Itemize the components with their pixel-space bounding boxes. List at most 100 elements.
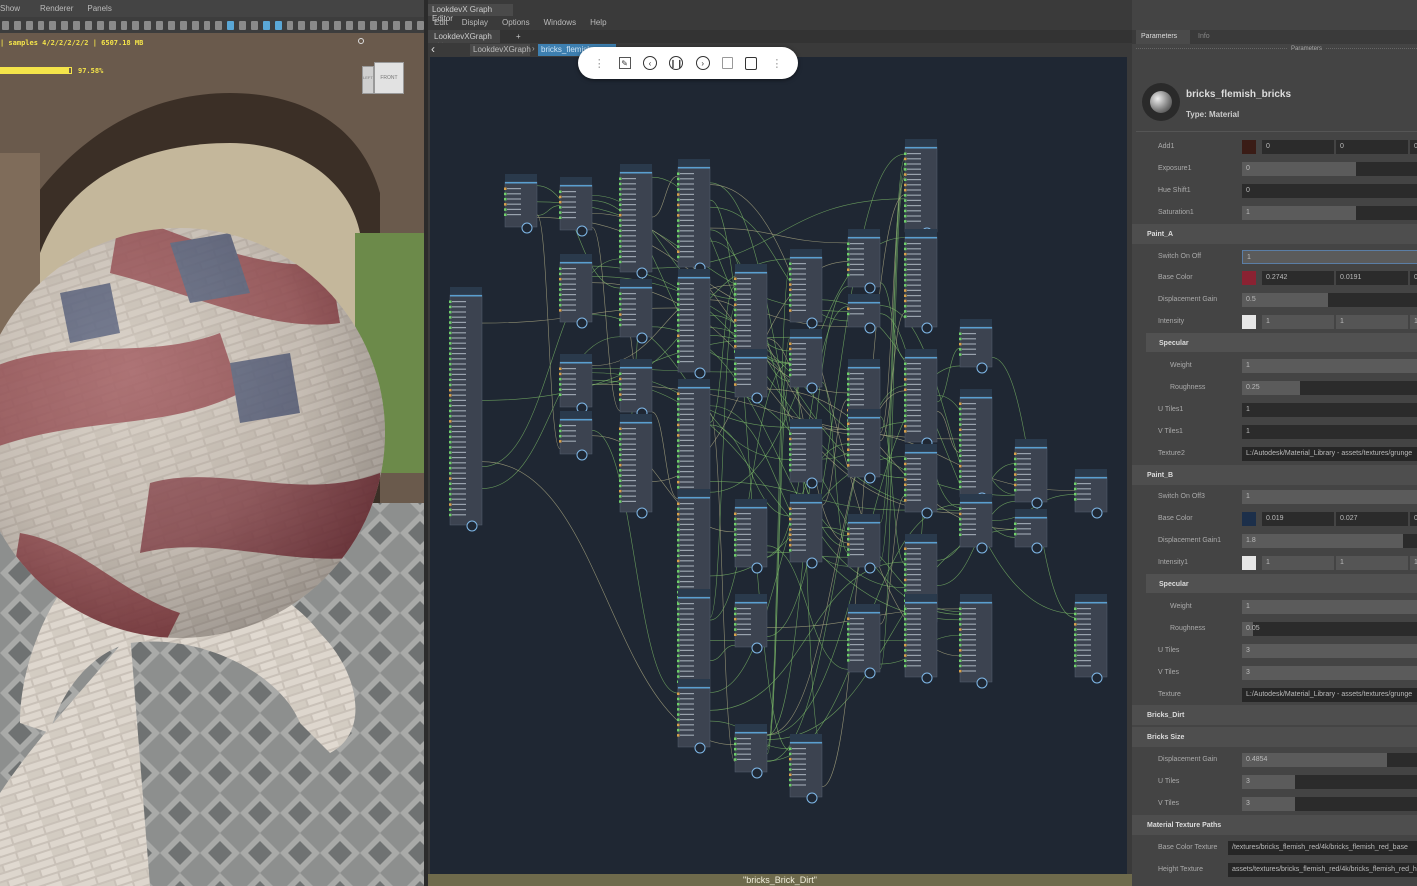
port-label[interactable]: [680, 703, 694, 705]
input-port[interactable]: [959, 633, 962, 637]
port-label[interactable]: [452, 363, 466, 365]
node-accent[interactable]: [735, 507, 767, 509]
node-preview-icon[interactable]: [976, 677, 988, 689]
port-label[interactable]: [850, 388, 864, 390]
input-port[interactable]: [959, 342, 962, 346]
input-port[interactable]: [734, 303, 737, 307]
input-port[interactable]: [847, 247, 850, 251]
parameter-section[interactable]: Specular: [1146, 574, 1417, 593]
viewport-tool-icon[interactable]: [227, 20, 235, 30]
input-port[interactable]: [789, 368, 792, 372]
menu-show[interactable]: Show: [0, 4, 20, 17]
input-port[interactable]: [789, 463, 792, 467]
port-label[interactable]: [737, 518, 751, 520]
port-label[interactable]: [907, 300, 921, 302]
node-header[interactable]: [905, 229, 937, 237]
port-label[interactable]: [680, 209, 694, 211]
port-label[interactable]: [680, 413, 694, 415]
node-header[interactable]: [960, 319, 992, 327]
input-port[interactable]: [847, 659, 850, 662]
input-port[interactable]: [847, 307, 850, 311]
port-label[interactable]: [680, 293, 694, 295]
port-label[interactable]: [562, 388, 576, 390]
port-label[interactable]: [622, 438, 636, 440]
input-port[interactable]: [559, 372, 562, 376]
node-header[interactable]: [790, 249, 822, 257]
node-body[interactable]: [677, 686, 711, 748]
port-label[interactable]: [1017, 533, 1031, 535]
port-label[interactable]: [562, 435, 576, 437]
port-label[interactable]: [792, 534, 806, 536]
input-port[interactable]: [619, 388, 622, 391]
input-port[interactable]: [789, 757, 792, 761]
input-port[interactable]: [1014, 473, 1017, 476]
color-swatch[interactable]: [1242, 271, 1256, 286]
input-port[interactable]: [847, 638, 850, 641]
camera-icon[interactable]: [358, 38, 364, 44]
input-port[interactable]: [619, 208, 622, 212]
port-label[interactable]: [737, 319, 751, 321]
port-label[interactable]: [452, 503, 466, 505]
port-label[interactable]: [907, 153, 921, 155]
node-header[interactable]: [905, 349, 937, 357]
input-port[interactable]: [904, 199, 907, 202]
port-label[interactable]: [622, 383, 636, 385]
port-label[interactable]: [907, 253, 921, 255]
port-label[interactable]: [907, 173, 921, 175]
input-port[interactable]: [559, 424, 562, 428]
graph-node[interactable]: [789, 329, 823, 394]
port-label[interactable]: [737, 738, 751, 740]
input-port[interactable]: [449, 362, 452, 366]
save-as-icon[interactable]: [745, 56, 758, 70]
port-label[interactable]: [962, 518, 976, 520]
port-label[interactable]: [562, 304, 576, 306]
input-port[interactable]: [847, 553, 850, 557]
node-body[interactable]: [904, 451, 938, 513]
port-label[interactable]: [622, 230, 636, 232]
port-label[interactable]: [452, 477, 466, 479]
parameter-section[interactable]: Specular: [1146, 333, 1417, 353]
input-port[interactable]: [789, 278, 792, 281]
port-label[interactable]: [792, 518, 806, 520]
input-port[interactable]: [559, 277, 562, 281]
input-port[interactable]: [847, 372, 850, 376]
port-label[interactable]: [680, 503, 694, 505]
input-port[interactable]: [677, 564, 680, 568]
port-label[interactable]: [850, 274, 864, 276]
input-port[interactable]: [677, 723, 680, 727]
node-header[interactable]: [735, 594, 767, 602]
input-port[interactable]: [619, 297, 622, 301]
input-port[interactable]: [734, 277, 737, 281]
port-label[interactable]: [907, 363, 921, 365]
previous-icon[interactable]: ‹: [642, 56, 657, 70]
port-label[interactable]: [680, 549, 694, 551]
port-label[interactable]: [622, 319, 636, 321]
node-accent[interactable]: [560, 185, 592, 187]
graph-node[interactable]: [559, 177, 593, 237]
viewport-tool-icon[interactable]: [49, 20, 57, 30]
port-label[interactable]: [737, 628, 751, 630]
parameter-slider[interactable]: 1: [1242, 402, 1417, 417]
input-port[interactable]: [677, 570, 680, 573]
port-label[interactable]: [737, 314, 751, 316]
input-port[interactable]: [847, 432, 850, 436]
node-preview-icon[interactable]: [921, 672, 933, 684]
port-label[interactable]: [792, 544, 806, 546]
port-label[interactable]: [962, 353, 976, 355]
input-port[interactable]: [677, 628, 680, 632]
input-port[interactable]: [449, 342, 452, 345]
node-preview-icon[interactable]: [921, 507, 933, 519]
input-port[interactable]: [677, 612, 680, 616]
input-port[interactable]: [677, 554, 680, 558]
input-port[interactable]: [449, 425, 452, 428]
port-label[interactable]: [562, 217, 576, 219]
input-port[interactable]: [904, 638, 907, 642]
node-preview-icon[interactable]: [521, 222, 533, 234]
port-label[interactable]: [792, 374, 806, 376]
port-label[interactable]: [737, 613, 751, 615]
port-label[interactable]: [907, 409, 921, 411]
viewport-tool-icon[interactable]: [203, 20, 211, 30]
port-label[interactable]: [622, 474, 636, 476]
port-label[interactable]: [907, 215, 921, 217]
input-port[interactable]: [449, 336, 452, 340]
